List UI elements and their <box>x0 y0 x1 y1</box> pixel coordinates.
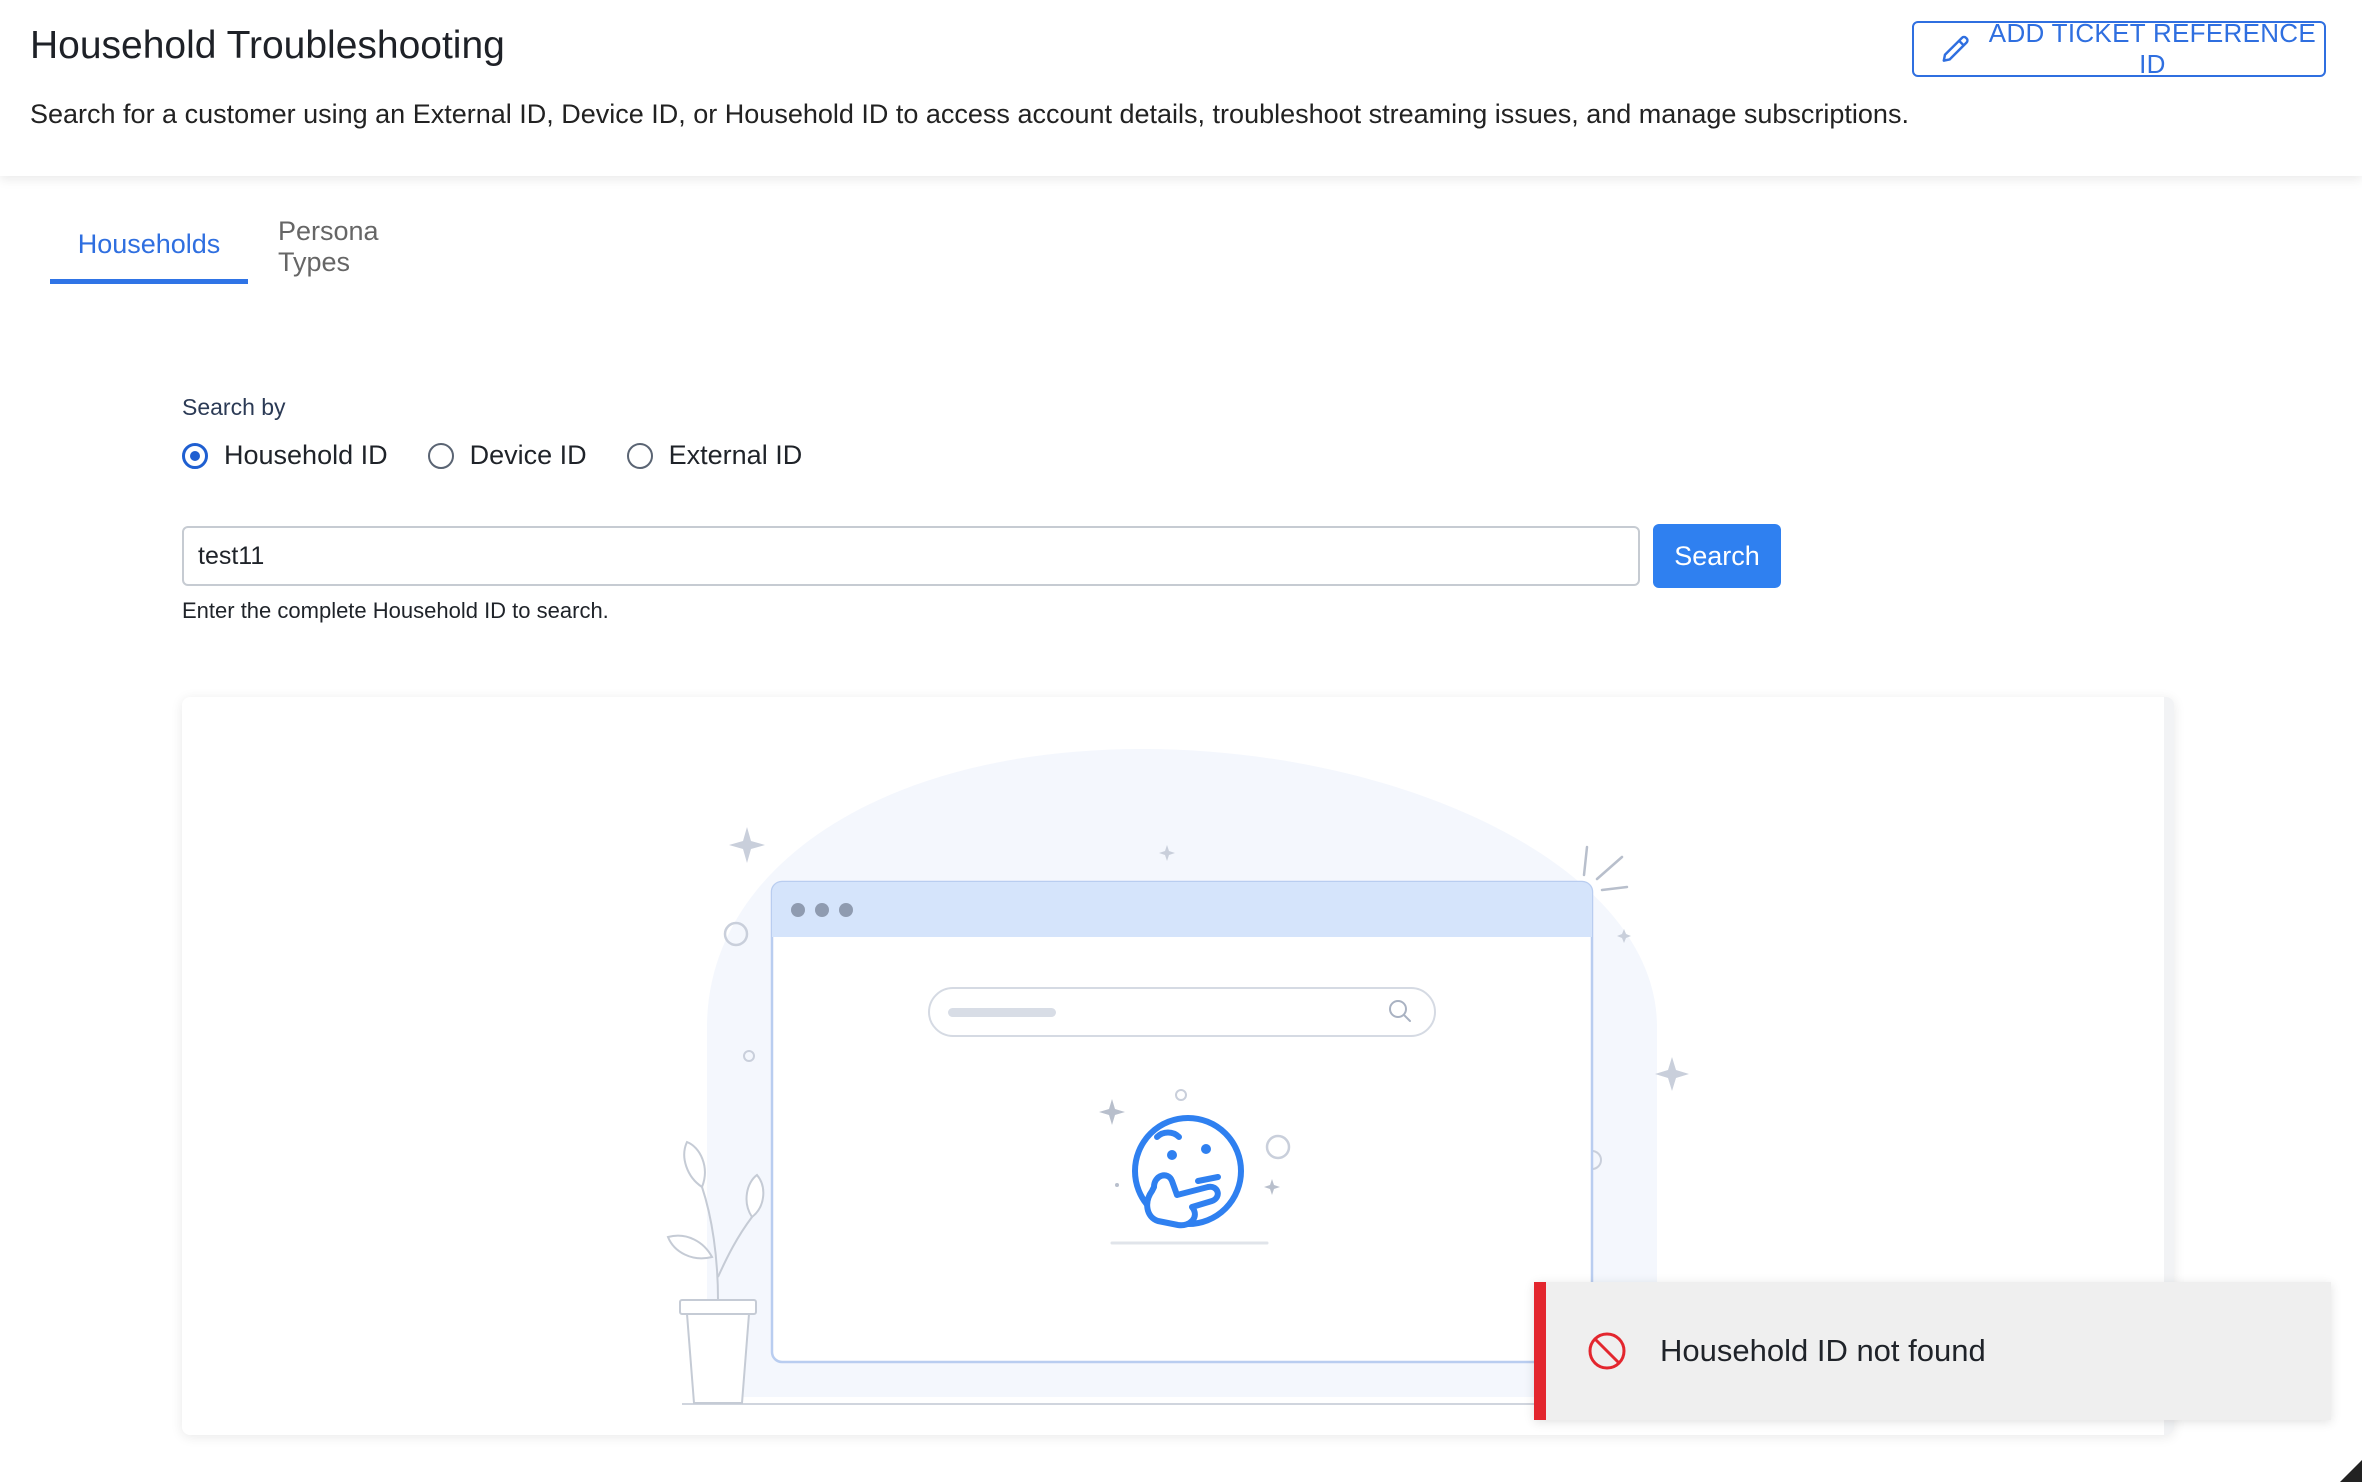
search-by-label: Search by <box>182 394 286 420</box>
radio-label: Device ID <box>469 440 587 470</box>
toast-message: Household ID not found <box>1660 1333 1986 1368</box>
error-toast: Household ID not found <box>1534 1282 2331 1420</box>
radio-device-id[interactable]: Device ID <box>427 440 587 471</box>
resize-corner <box>2340 1460 2362 1482</box>
add-ticket-reference-button[interactable]: ADD TICKET REFERENCE ID <box>1912 18 2326 79</box>
page-title: Household Troubleshooting <box>30 24 505 67</box>
radio-label: Household ID <box>224 440 388 470</box>
page-header: Household Troubleshooting Search for a c… <box>0 0 2362 176</box>
radio-household-id[interactable]: Household ID <box>182 440 388 471</box>
radio-indicator[interactable] <box>427 442 454 469</box>
tab-households[interactable]: Households <box>50 210 248 284</box>
search-helper-text: Enter the complete Household ID to searc… <box>182 598 609 623</box>
pencil-icon <box>1942 35 1969 62</box>
search-type-radio-group: Household ID Device ID External ID <box>182 440 842 471</box>
ticket-button-label: ADD TICKET REFERENCE ID <box>1988 18 2317 79</box>
tab-persona-types[interactable]: Persona Types <box>278 210 379 284</box>
radio-label: External ID <box>668 440 803 470</box>
household-search-input[interactable] <box>182 526 1640 586</box>
radio-indicator[interactable] <box>626 442 653 469</box>
radio-selected-indicator[interactable] <box>182 442 208 469</box>
blocked-icon <box>1588 1332 1626 1370</box>
search-button[interactable]: Search <box>1653 524 1781 588</box>
page-description: Search for a customer using an External … <box>30 99 1909 129</box>
radio-external-id[interactable]: External ID <box>626 440 803 471</box>
